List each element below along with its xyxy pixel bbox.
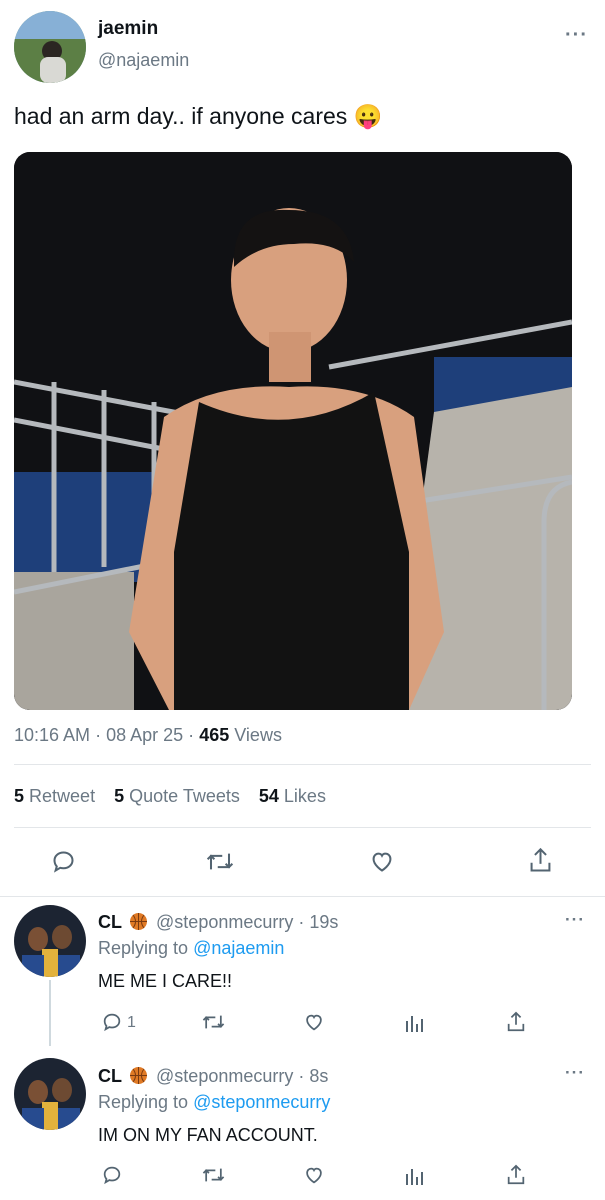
- replying-to: Replying to @najaemin: [98, 938, 284, 959]
- reply-icon[interactable]: [101, 1011, 123, 1033]
- tweet-date: 08 Apr 25: [106, 725, 184, 745]
- likes-count: 54: [258, 786, 279, 806]
- retweet-icon[interactable]: [205, 848, 235, 875]
- likes-label: Likes: [283, 786, 326, 806]
- author-avatar[interactable]: [14, 11, 86, 83]
- reply-author-handle[interactable]: @steponmecurry: [156, 1066, 293, 1086]
- retweet-icon[interactable]: [201, 1164, 226, 1186]
- replying-to-handle[interactable]: @steponmecurry: [193, 1092, 330, 1112]
- quotes-stat[interactable]: 5 Quote Tweets: [114, 786, 240, 806]
- separator: ·: [298, 1066, 305, 1086]
- separator: ·: [95, 725, 102, 745]
- reply-header: CL @steponmecurry · 19s: [98, 912, 338, 933]
- reply-author-handle[interactable]: @steponmecurry: [156, 912, 293, 932]
- share-icon[interactable]: [505, 1163, 527, 1187]
- retweets-count: 5: [14, 786, 25, 806]
- basketball-icon: [130, 913, 148, 930]
- reply-author-name[interactable]: CL: [98, 1066, 122, 1086]
- like-icon[interactable]: [302, 1164, 326, 1186]
- reply-avatar[interactable]: [14, 1058, 86, 1130]
- like-icon[interactable]: [302, 1011, 326, 1033]
- stats-row: 5 Retweet 5 Quote Tweets 54 Likes: [14, 786, 326, 807]
- share-icon[interactable]: [505, 1010, 527, 1034]
- tweet-photo[interactable]: [14, 152, 572, 710]
- reply-avatar[interactable]: [14, 905, 86, 977]
- retweets-label: Retweet: [29, 786, 96, 806]
- reply-text: ME ME I CARE!!: [98, 971, 233, 991]
- retweet-icon[interactable]: [201, 1011, 226, 1033]
- replying-to: Replying to @steponmecurry: [98, 1092, 330, 1113]
- share-icon[interactable]: [527, 846, 554, 875]
- quotes-label: Quote Tweets: [129, 786, 240, 806]
- analytics-icon[interactable]: [404, 1165, 426, 1187]
- tweet-time: 10:16 AM: [14, 725, 91, 745]
- separator: ·: [188, 725, 195, 745]
- like-icon[interactable]: [368, 848, 396, 875]
- replying-to-prefix: Replying to: [98, 1092, 189, 1112]
- replying-to-prefix: Replying to: [98, 938, 189, 958]
- analytics-icon[interactable]: [404, 1012, 426, 1034]
- quotes-count: 5: [114, 786, 125, 806]
- reply-author-name[interactable]: CL: [98, 912, 122, 932]
- retweets-stat[interactable]: 5 Retweet: [14, 786, 95, 806]
- reply-text: IM ON MY FAN ACCOUNT.: [98, 1125, 318, 1145]
- reply-more-options-button[interactable]: ···: [565, 1063, 585, 1083]
- separator: ·: [298, 912, 305, 932]
- reply-icon[interactable]: [101, 1164, 123, 1186]
- author-handle[interactable]: @najaemin: [98, 50, 189, 71]
- author-name[interactable]: jaemin: [98, 18, 158, 40]
- reply-time[interactable]: 19s: [309, 912, 338, 932]
- basketball-icon: [130, 1067, 148, 1084]
- reply-time[interactable]: 8s: [309, 1066, 328, 1086]
- reply-count: 1: [127, 1014, 136, 1031]
- tweet-text: had an arm day.. if anyone cares 😛: [14, 103, 383, 129]
- reply-header: CL @steponmecurry · 8s: [98, 1066, 328, 1087]
- more-options-button[interactable]: ···: [565, 24, 588, 47]
- views-label: Views: [234, 725, 282, 745]
- reply-icon[interactable]: [50, 848, 77, 875]
- thread-line: [49, 980, 51, 1046]
- tweet-meta: 10:16 AM · 08 Apr 25 · 465 Views: [14, 725, 282, 746]
- replying-to-handle[interactable]: @najaemin: [193, 938, 284, 958]
- views-count: 465: [199, 725, 230, 745]
- likes-stat[interactable]: 54 Likes: [259, 786, 326, 806]
- reply-more-options-button[interactable]: ···: [565, 910, 585, 930]
